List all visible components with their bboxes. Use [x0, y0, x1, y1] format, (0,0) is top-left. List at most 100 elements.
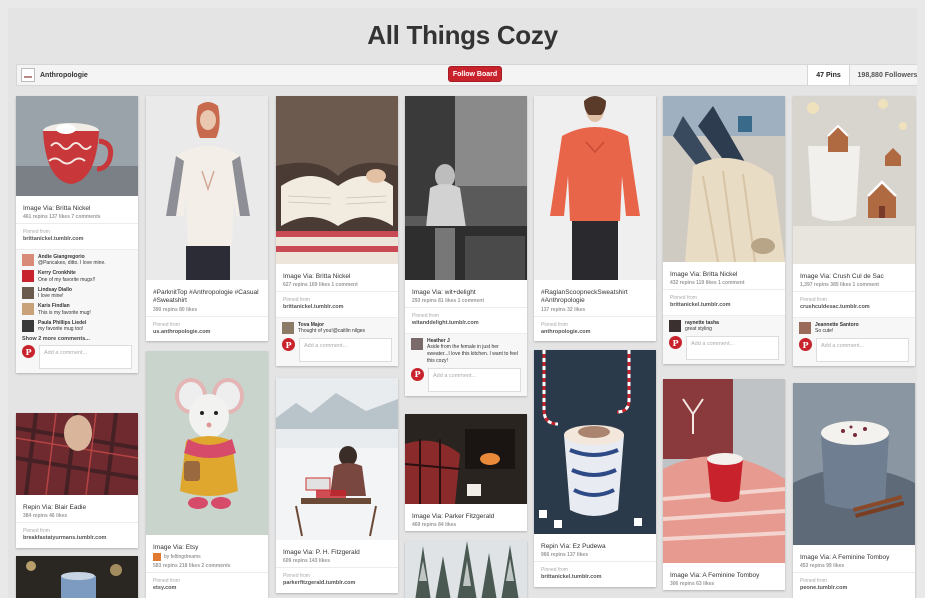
pin-comments: Andie Giangregorio @Pancakes, ditto. I lo… — [16, 248, 138, 374]
pin-source-domain[interactable]: witanddelight.tumblr.com — [412, 320, 520, 327]
comment-text: One of my favorite mugs!! — [38, 276, 96, 283]
add-comment-input[interactable]: Add a comment... — [816, 338, 909, 363]
pin-source-domain[interactable]: breakfastatyurmans.tumblr.com — [23, 535, 131, 542]
commenter-name[interactable]: Lindsay Diallo — [38, 287, 72, 294]
pin-source-domain[interactable]: anthropologie.com — [541, 329, 649, 336]
pin-card[interactable]: Repin Via: Blair Eadie 384 repins 46 lik… — [16, 413, 138, 548]
pin-card[interactable]: Image Via: wit+delight 293 repins 81 lik… — [405, 96, 527, 396]
pin-source[interactable]: Pinned from etsy.com — [146, 572, 268, 597]
pin-source[interactable]: Pinned from us.anthropologie.com — [146, 315, 268, 341]
pin-source-domain[interactable]: brittanickel.tumblr.com — [23, 236, 131, 243]
pin-source[interactable]: Pinned from anthropologie.com — [534, 315, 656, 341]
pin-image-fireplace-plaid[interactable] — [405, 414, 527, 504]
show-more-comments-link[interactable]: Show 2 more comments... — [22, 336, 132, 342]
pin-image-gingerbread-mug[interactable] — [793, 96, 915, 264]
pin-source-domain[interactable]: parkerfitzgerald.tumblr.com — [283, 580, 391, 587]
pin-image-open-book[interactable] — [276, 96, 398, 264]
commenter-avatar[interactable] — [22, 286, 34, 299]
pin-source-domain[interactable]: etsy.com — [153, 585, 261, 592]
commenter-avatar[interactable] — [22, 319, 34, 332]
pin-source-domain[interactable]: crushculdesac.tumblr.com — [800, 304, 908, 311]
add-comment-input[interactable]: Add a comment... — [299, 338, 392, 363]
pin-source[interactable]: Pinned from brittanickel.tumblr.com — [276, 291, 398, 316]
commenter-avatar[interactable] — [22, 270, 34, 283]
pin-card[interactable] — [16, 556, 138, 598]
comment: Kerry Cronkhite One of my favorite mugs!! — [22, 270, 132, 284]
commenter-name[interactable]: Heather J — [427, 338, 521, 345]
pin-source[interactable]: Pinned from parkerfitzgerald.tumblr.com — [276, 567, 398, 592]
pin-source[interactable]: Pinned from witanddelight.tumblr.com — [405, 307, 527, 332]
pin-image-cozy-legs-blanket[interactable] — [663, 96, 785, 263]
pin-description: Image Via: wit+delight — [412, 289, 476, 296]
pin-image-plaid-scarf[interactable] — [16, 413, 138, 496]
pin-image-hot-cocoa-cinnamon[interactable] — [793, 383, 915, 545]
commenter-name[interactable]: Kerry Cronkhite — [38, 270, 95, 277]
pin-image-coral-sweatshirt[interactable] — [534, 96, 656, 280]
pin-source-domain[interactable]: brittanickel.tumblr.com — [541, 574, 649, 581]
pin-source[interactable]: Pinned from crushculdesac.tumblr.com — [793, 291, 915, 316]
pin-comments: raynette tasha great styling P Add a comm… — [663, 314, 785, 365]
comment: Paula Phillips Liedel my favorite mug too… — [22, 319, 132, 334]
pin-source-domain[interactable]: peone.tumblr.com — [800, 585, 908, 592]
pin-card[interactable]: Image Via: Etsy by feltingdreams 583 rep… — [146, 351, 268, 598]
commenter-avatar[interactable] — [669, 319, 681, 332]
pinned-from-label: Pinned from — [800, 297, 827, 304]
pin-source[interactable]: Pinned from brittanickel.tumblr.com — [534, 561, 656, 586]
commenter-name[interactable]: Andie Giangregorio — [38, 254, 106, 261]
pin-image-cocoa-mug[interactable] — [16, 96, 138, 196]
pin-source-domain[interactable]: us.anthropologie.com — [153, 329, 261, 336]
pin-card[interactable]: Image Via: Crush Cul de Sac 1,397 repins… — [793, 96, 915, 367]
pin-source[interactable]: Pinned from breakfastatyurmans.tumblr.co… — [16, 522, 138, 547]
commenter-avatar[interactable] — [411, 337, 423, 350]
board-owner[interactable]: Anthropologie — [21, 67, 88, 83]
pin-card[interactable]: #RaglanScoopneckSweatshirt #Anthropologi… — [534, 96, 656, 342]
pin-card[interactable]: Image Via: Britta Nickel 627 repins 169 … — [276, 96, 398, 367]
pins-count-tab[interactable]: 47 Pins — [807, 65, 849, 85]
comment-text: Aside from the female in just her sweate… — [427, 344, 518, 364]
add-comment-input[interactable]: Add a comment... — [428, 367, 521, 392]
pin-image-snowy-picnic[interactable] — [276, 378, 398, 540]
pin-image-hot-chocolate-candycane[interactable] — [534, 350, 656, 534]
add-comment-input[interactable]: Add a comment... — [686, 336, 779, 361]
pin-image-felt-mouse[interactable] — [146, 351, 268, 535]
pin-card[interactable]: Image Via: Parker Fitzgerald 469 repins … — [405, 414, 527, 532]
owner-avatar[interactable] — [21, 68, 35, 82]
pin-source-domain[interactable]: brittanickel.tumblr.com — [670, 302, 778, 309]
commenter-name[interactable]: raynette tasha — [685, 320, 719, 327]
commenter-avatar[interactable] — [22, 253, 34, 266]
follow-board-button[interactable]: Follow Board — [448, 66, 502, 82]
pinned-from-label: Pinned from — [283, 573, 310, 580]
pin-card[interactable]: Image Via: A Feminine Tomboy 453 repins … — [793, 383, 915, 598]
comment-text: This is my favorite mug! — [38, 309, 91, 316]
pin-image-red-mug-blanket[interactable] — [663, 379, 785, 563]
commenter-name[interactable]: Tova Major — [298, 322, 365, 329]
pin-source[interactable]: Pinned from brittanickel.tumblr.com — [663, 289, 785, 314]
commenter-avatar[interactable] — [799, 321, 811, 334]
pin-source[interactable]: Pinned from peone.tumblr.com — [793, 572, 915, 597]
commenter-name[interactable]: Karis Findlan — [38, 303, 91, 310]
followers-count-tab[interactable]: 198,880 Followers — [849, 65, 917, 85]
pin-card[interactable]: Image Via: Britta Nickel 432 repins 119 … — [663, 96, 785, 365]
comment: Andie Giangregorio @Pancakes, ditto. I lo… — [22, 253, 132, 268]
add-comment-input[interactable]: Add a comment... — [39, 345, 132, 370]
pin-image-blue-mug-lights[interactable] — [16, 556, 138, 598]
pin-card[interactable]: Image Via: A Feminine Tomboy 306 repins … — [663, 379, 785, 591]
commenter-name[interactable]: Paula Phillips Liedel — [38, 320, 86, 327]
pin-source[interactable]: Pinned from brittanickel.tumblr.com — [16, 223, 138, 248]
pin-image-bw-kitchen[interactable] — [405, 96, 527, 280]
pin-attribution[interactable]: by feltingdreams — [146, 553, 268, 563]
pin-image-woman-sweatshirt[interactable] — [146, 96, 268, 280]
pin-card[interactable]: Repin Via: Ez Pudewa 966 repins 137 like… — [534, 350, 656, 587]
pin-card[interactable]: Image Via: Britta Nickel 461 repins 137 … — [16, 96, 138, 374]
pin-comments: Jeannette Santoro So cute! P Add a commen… — [793, 316, 915, 367]
pin-source-domain[interactable]: brittanickel.tumblr.com — [283, 304, 391, 311]
attribution-text[interactable]: by feltingdreams — [164, 554, 201, 560]
pin-card[interactable]: Image Via: P. H. Fitzgerald 609 repins 1… — [276, 378, 398, 593]
owner-name[interactable]: Anthropologie — [40, 72, 88, 79]
pin-image-snowy-forest[interactable] — [405, 541, 527, 598]
commenter-avatar[interactable] — [22, 303, 34, 316]
commenter-name[interactable]: Jeannette Santoro — [815, 322, 859, 329]
pin-card[interactable]: #ParknitTop #Anthropologie #Casual #Swea… — [146, 96, 268, 342]
pin-card[interactable] — [405, 541, 527, 598]
commenter-avatar[interactable] — [282, 321, 294, 334]
